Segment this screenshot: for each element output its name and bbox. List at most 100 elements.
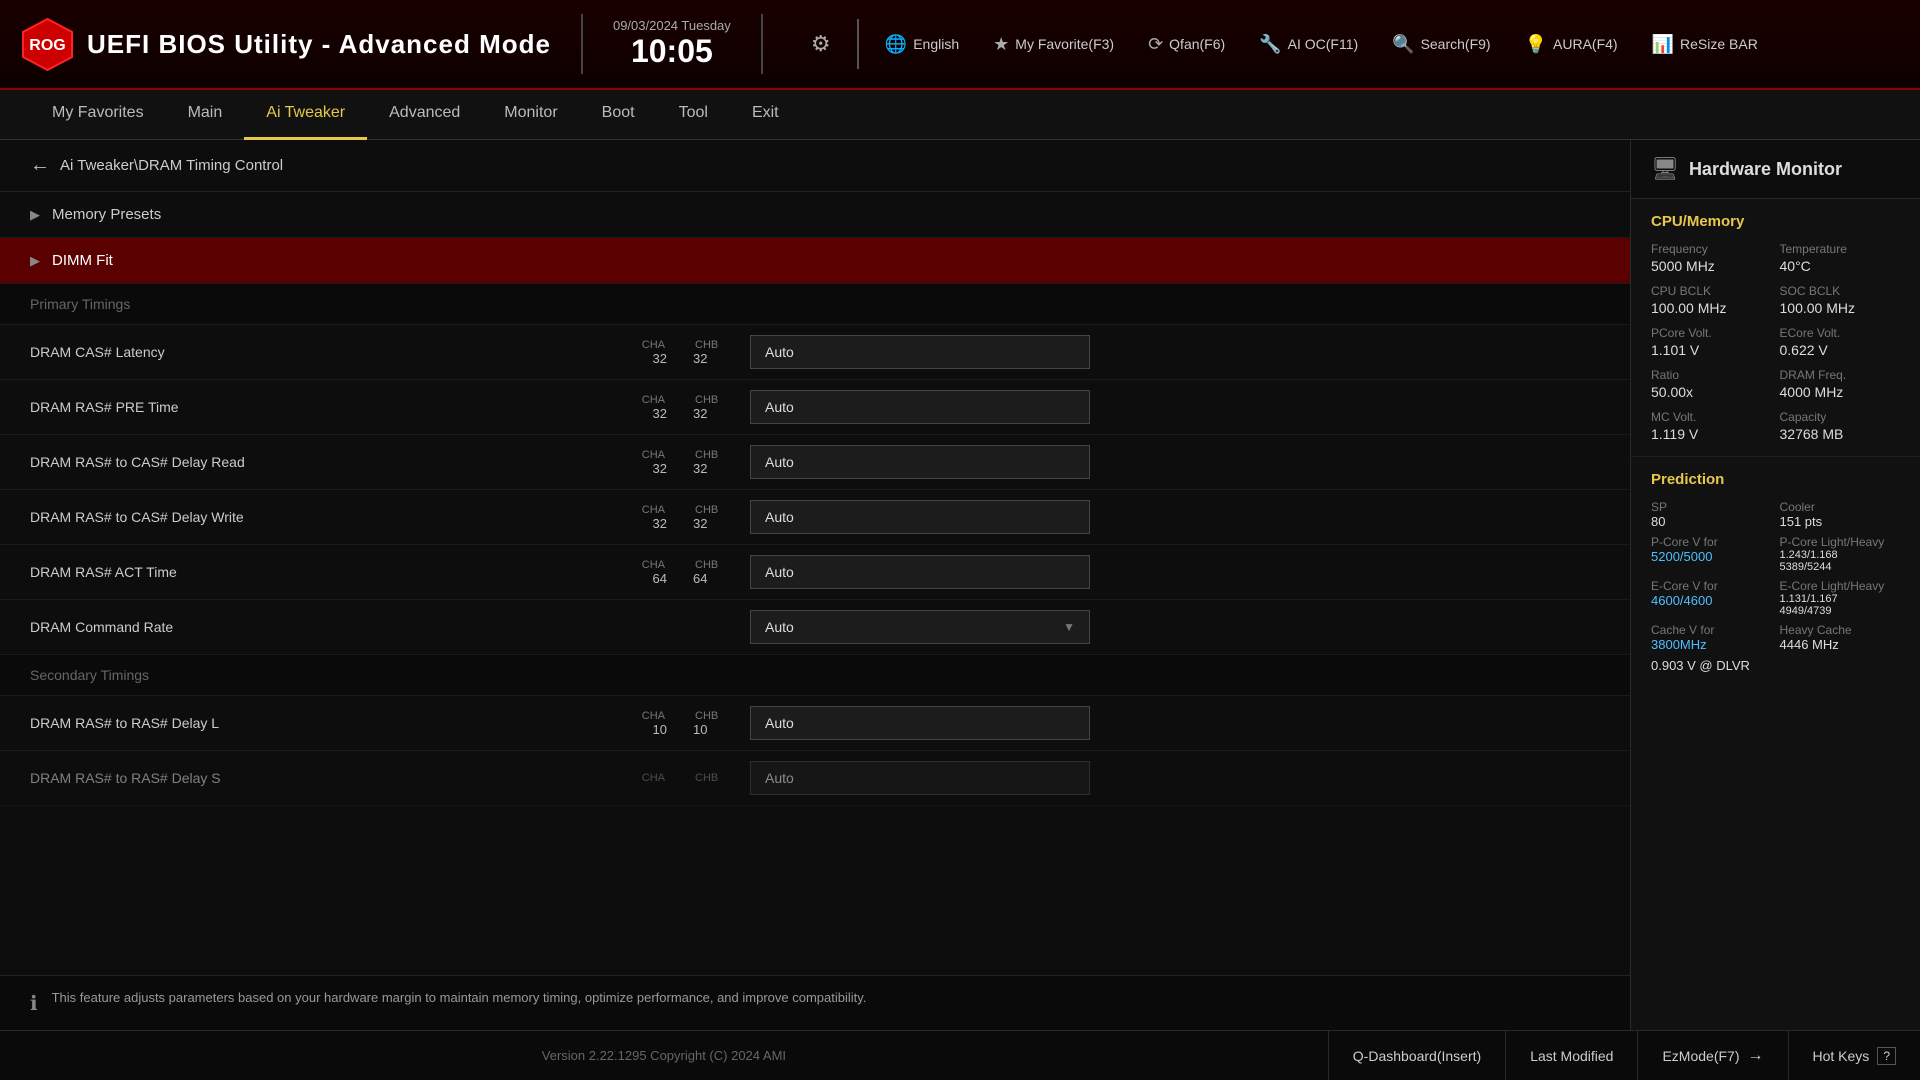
settings-list: ▶ Memory Presets ▶ DIMM Fit Primary Timi… (0, 192, 1630, 975)
memory-presets-arrow: ▶ (30, 207, 40, 223)
dram-ras-act-channels: CHA CHB 64 64 (630, 559, 730, 586)
dram-cmd-rate-dropdown[interactable]: Auto ▼ (750, 610, 1090, 644)
list-item: P-Core Light/Heavy 1.243/1.1685389/5244 (1780, 535, 1901, 573)
chb-label-4: CHB (695, 559, 718, 571)
resize-icon: 📊 (1652, 34, 1674, 55)
prediction-grid: SP 80 Cooler 151 pts P-Core V for 5200/5… (1651, 500, 1900, 673)
last-modified-button[interactable]: Last Modified (1505, 1031, 1637, 1080)
footer: Version 2.22.1295 Copyright (C) 2024 AMI… (0, 1030, 1920, 1080)
list-item: Cooler 151 pts (1780, 500, 1901, 529)
dram-ras-cas-read-label: DRAM RAS# to CAS# Delay Read (30, 454, 630, 470)
list-item: PCore Volt. 1.101 V (1651, 326, 1772, 358)
frequency-value: 5000 MHz (1651, 258, 1772, 274)
list-item: Capacity 32768 MB (1780, 410, 1901, 442)
list-item: MC Volt. 1.119 V (1651, 410, 1772, 442)
dram-freq-label: DRAM Freq. (1780, 368, 1901, 382)
hot-keys-button[interactable]: Hot Keys ? (1788, 1031, 1920, 1080)
search-label: Search(F9) (1421, 36, 1491, 52)
list-item: CPU BCLK 100.00 MHz (1651, 284, 1772, 316)
cha-val-s0: 10 (653, 722, 667, 737)
nav-advanced[interactable]: Advanced (367, 90, 482, 140)
language-button[interactable]: 🌐 English (877, 30, 967, 59)
dram-ras-pre-box[interactable]: Auto (750, 390, 1090, 424)
prediction-title: Prediction (1651, 471, 1900, 488)
nav-ai-tweaker[interactable]: Ai Tweaker (244, 90, 367, 140)
favorite-icon: ★ (993, 34, 1009, 55)
list-item: Heavy Cache 4446 MHz (1780, 623, 1901, 652)
table-row: DRAM RAS# PRE Time CHA CHB 32 32 Auto (0, 380, 1630, 435)
resize-bar-button[interactable]: 📊 ReSize BAR (1644, 30, 1766, 59)
header-divider (581, 14, 583, 74)
table-row: DRAM RAS# to RAS# Delay L CHA CHB 10 10 … (0, 696, 1630, 751)
ai-oc-button[interactable]: 🔧 AI OC(F11) (1251, 30, 1366, 59)
nav-main[interactable]: Main (166, 90, 245, 140)
ez-mode-button[interactable]: EzMode(F7) → (1637, 1031, 1787, 1080)
q-dashboard-button[interactable]: Q-Dashboard(Insert) (1328, 1031, 1505, 1080)
header-tools: ⚙ 🌐 English ★ My Favorite(F3) ⟳ Qfan(F6)… (803, 19, 1766, 69)
nav-bar: My Favorites Main Ai Tweaker Advanced Mo… (0, 90, 1920, 140)
mc-volt-value: 1.119 V (1651, 426, 1772, 442)
date-display: 09/03/2024 Tuesday (613, 18, 731, 33)
list-item: E-Core V for 4600/4600 (1651, 579, 1772, 617)
dram-ras-ras-delay-l-box[interactable]: Auto (750, 706, 1090, 740)
chb-val-3: 32 (693, 516, 707, 531)
dram-cas-latency-box[interactable]: Auto (750, 335, 1090, 369)
aura-button[interactable]: 💡 AURA(F4) (1517, 30, 1626, 59)
list-item: Cache V for 3800MHz (1651, 623, 1772, 652)
cha-label-0: CHA (642, 339, 665, 351)
pcore-lh-label: P-Core Light/Heavy (1780, 535, 1901, 549)
cpu-memory-title: CPU/Memory (1651, 213, 1900, 230)
ratio-value: 50.00x (1651, 384, 1772, 400)
frequency-label: Frequency (1651, 242, 1772, 256)
list-item: Frequency 5000 MHz (1651, 242, 1772, 274)
dram-cas-latency-value: Auto (750, 335, 1600, 369)
cha-label-s0: CHA (642, 710, 665, 722)
dram-ras-cas-read-box[interactable]: Auto (750, 445, 1090, 479)
resize-bar-label: ReSize BAR (1680, 36, 1758, 52)
search-button[interactable]: 🔍 Search(F9) (1384, 30, 1498, 59)
main-content: ← Ai Tweaker\DRAM Timing Control ▶ Memor… (0, 140, 1920, 1030)
list-item: DRAM Freq. 4000 MHz (1780, 368, 1901, 400)
list-item: ECore Volt. 0.622 V (1780, 326, 1901, 358)
hw-monitor-title: 🖥 Hardware Monitor (1631, 140, 1920, 199)
dram-ras-cas-write-box[interactable]: Auto (750, 500, 1090, 534)
pcore-volt-label: PCore Volt. (1651, 326, 1772, 340)
memory-presets-item[interactable]: ▶ Memory Presets (0, 192, 1630, 238)
nav-tool[interactable]: Tool (657, 90, 730, 140)
list-item: Ratio 50.00x (1651, 368, 1772, 400)
list-item: Temperature 40°C (1780, 242, 1901, 274)
secondary-timings-header: Secondary Timings (0, 655, 1630, 696)
qfan-button[interactable]: ⟳ Qfan(F6) (1140, 30, 1233, 59)
chb-val-2: 32 (693, 461, 707, 476)
chb-label-1: CHB (695, 394, 718, 406)
ecore-lh-value: 1.131/1.1674949/4739 (1780, 593, 1901, 617)
nav-my-favorites[interactable]: My Favorites (30, 90, 166, 140)
dram-ras-ras-delay-s-box[interactable]: Auto (750, 761, 1090, 795)
cpu-memory-section: CPU/Memory Frequency 5000 MHz Temperatur… (1631, 199, 1920, 457)
settings-icon[interactable]: ⚙ (803, 26, 839, 62)
nav-exit[interactable]: Exit (730, 90, 801, 140)
aura-icon: 💡 (1525, 34, 1547, 55)
dram-ras-ras-delay-l-value: Auto (750, 706, 1600, 740)
dram-ras-cas-write-channels: CHA CHB 32 32 (630, 504, 730, 531)
dram-cmd-rate-value: Auto ▼ (750, 610, 1600, 644)
cache-v-for-label: Cache V for (1651, 623, 1772, 637)
dimm-fit-arrow: ▶ (30, 253, 40, 269)
hot-keys-label: Hot Keys (1813, 1048, 1870, 1064)
dram-ras-act-box[interactable]: Auto (750, 555, 1090, 589)
dimm-fit-item[interactable]: ▶ DIMM Fit (0, 238, 1630, 284)
info-text: This feature adjusts parameters based on… (52, 990, 867, 1005)
nav-monitor[interactable]: Monitor (482, 90, 579, 140)
back-button[interactable]: ← (30, 154, 50, 177)
cpu-bclk-label: CPU BCLK (1651, 284, 1772, 298)
nav-boot[interactable]: Boot (580, 90, 657, 140)
my-favorite-button[interactable]: ★ My Favorite(F3) (985, 30, 1122, 59)
temperature-value: 40°C (1780, 258, 1901, 274)
chb-val-s0: 10 (693, 722, 707, 737)
table-row: DRAM RAS# to RAS# Delay S CHA CHB Auto (0, 751, 1630, 806)
globe-icon: 🌐 (885, 34, 907, 55)
cha-val-1: 32 (653, 406, 667, 421)
cooler-value: 151 pts (1780, 514, 1901, 529)
header-divider-2 (761, 14, 763, 74)
info-icon: ℹ (30, 991, 38, 1016)
